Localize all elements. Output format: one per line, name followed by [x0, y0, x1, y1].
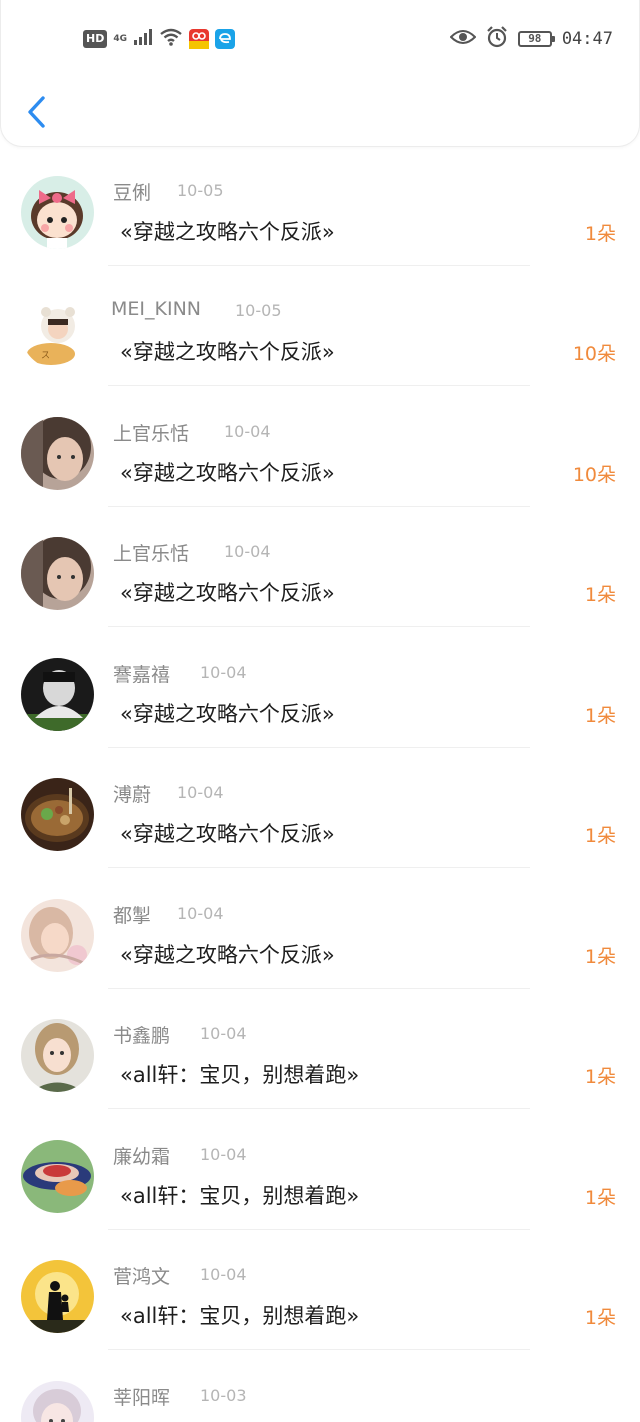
list-item[interactable]: 莘阳晖 10-03 — [0, 1351, 640, 1422]
gift-date: 10-04 — [224, 422, 271, 441]
flower-count: 1朵 — [584, 825, 616, 847]
sender-name: 廉幼霜 — [113, 1146, 171, 1168]
sender-name: 菅鸿文 — [113, 1266, 171, 1288]
avatar[interactable] — [21, 1140, 94, 1213]
sender-name: 上官乐恬 — [113, 423, 190, 445]
hd-badge: HD — [83, 30, 108, 48]
flower-count: 1朵 — [584, 223, 616, 245]
avatar[interactable] — [21, 1381, 94, 1422]
status-bar-left: HD 4G — [83, 26, 235, 52]
sender-name: 书鑫鹏 — [113, 1025, 171, 1047]
avatar[interactable] — [21, 176, 94, 249]
avatar[interactable] — [21, 417, 94, 490]
signal-icon — [133, 29, 153, 49]
avatar[interactable]: ス — [21, 296, 94, 369]
sender-name: MEI_KINN — [111, 298, 201, 320]
book-title: «穿越之攻略六个反派» — [120, 581, 335, 605]
flower-count: 10朵 — [572, 343, 616, 365]
gift-date: 10-04 — [224, 542, 271, 561]
book-title: «穿越之攻略六个反派» — [120, 340, 335, 364]
flower-count: 1朵 — [584, 1187, 616, 1209]
gift-record-list[interactable]: 豆俐 10-05 «穿越之攻略六个反派» 1朵 ス MEI_KINN 10-05… — [0, 146, 640, 1422]
network-type-label: 4G — [113, 34, 127, 44]
shopping-app-icon — [189, 29, 209, 49]
avatar[interactable] — [21, 658, 94, 731]
eye-icon — [449, 28, 477, 50]
book-title: «all轩：宝贝，别想着跑» — [120, 1304, 360, 1328]
sender-name: 上官乐恬 — [113, 543, 190, 565]
sender-name: 都掣 — [113, 905, 152, 927]
flower-count: 1朵 — [584, 1307, 616, 1329]
list-item[interactable]: 上官乐恬 10-04 «穿越之攻略六个反派» 10朵 — [0, 387, 640, 507]
sender-name: 莘阳晖 — [113, 1387, 171, 1409]
flower-count: 1朵 — [584, 946, 616, 968]
browser-app-icon — [215, 29, 235, 49]
svg-text:ス: ス — [41, 351, 50, 361]
list-item[interactable]: 都掣 10-04 «穿越之攻略六个反派» 1朵 — [0, 869, 640, 989]
list-item[interactable]: 书鑫鹏 10-04 «all轩：宝贝，别想着跑» 1朵 — [0, 989, 640, 1109]
gift-date: 10-03 — [200, 1386, 247, 1405]
gift-date: 10-04 — [200, 663, 247, 682]
list-item[interactable]: 菅鸿文 10-04 «all轩：宝贝，别想着跑» 1朵 — [0, 1230, 640, 1350]
book-title: «穿越之攻略六个反派» — [120, 822, 335, 846]
book-title: «all轩：宝贝，别想着跑» — [120, 1184, 360, 1208]
flower-count: 1朵 — [584, 705, 616, 727]
flower-count: 1朵 — [584, 1066, 616, 1088]
flower-count: 1朵 — [584, 584, 616, 606]
flower-count: 10朵 — [572, 464, 616, 486]
sender-name: 溥蔚 — [113, 784, 152, 806]
book-title: «穿越之攻略六个反派» — [120, 702, 335, 726]
back-button[interactable] — [19, 88, 59, 134]
list-item[interactable]: 溥蔚 10-04 «穿越之攻略六个反派» 1朵 — [0, 748, 640, 868]
avatar[interactable] — [21, 1019, 94, 1092]
list-item[interactable]: 上官乐恬 10-04 «穿越之攻略六个反派» 1朵 — [0, 507, 640, 627]
sender-name: 謇嘉禧 — [113, 664, 171, 686]
gift-date: 10-05 — [235, 301, 282, 320]
list-item[interactable]: ス MEI_KINN 10-05 «穿越之攻略六个反派» 10朵 — [0, 266, 640, 386]
app-header: HD 4G 98 04:47 — [0, 0, 640, 147]
chevron-left-icon — [28, 96, 45, 128]
sender-name: 豆俐 — [113, 182, 152, 204]
book-title: «穿越之攻略六个反派» — [120, 461, 335, 485]
gift-date: 10-04 — [200, 1024, 247, 1043]
avatar[interactable] — [21, 537, 94, 610]
gift-date: 10-04 — [200, 1265, 247, 1284]
alarm-icon — [486, 26, 508, 52]
battery-indicator: 98 — [517, 31, 555, 47]
list-item[interactable]: 豆俐 10-05 «穿越之攻略六个反派» 1朵 — [0, 146, 640, 266]
gift-date: 10-05 — [177, 181, 224, 200]
status-bar: HD 4G 98 04:47 — [1, 0, 640, 80]
gift-date: 10-04 — [200, 1145, 247, 1164]
list-item[interactable]: 謇嘉禧 10-04 «穿越之攻略六个反派» 1朵 — [0, 628, 640, 748]
avatar[interactable] — [21, 778, 94, 851]
status-bar-right: 98 04:47 — [449, 26, 613, 52]
status-clock: 04:47 — [561, 29, 613, 49]
list-item[interactable]: 廉幼霜 10-04 «all轩：宝贝，别想着跑» 1朵 — [0, 1110, 640, 1230]
book-title: «穿越之攻略六个反派» — [120, 943, 335, 967]
gift-date: 10-04 — [177, 783, 224, 802]
avatar[interactable] — [21, 1260, 94, 1333]
book-title: «穿越之攻略六个反派» — [120, 220, 335, 244]
wifi-icon — [159, 28, 183, 50]
avatar[interactable] — [21, 899, 94, 972]
book-title: «all轩：宝贝，别想着跑» — [120, 1063, 360, 1087]
gift-date: 10-04 — [177, 904, 224, 923]
